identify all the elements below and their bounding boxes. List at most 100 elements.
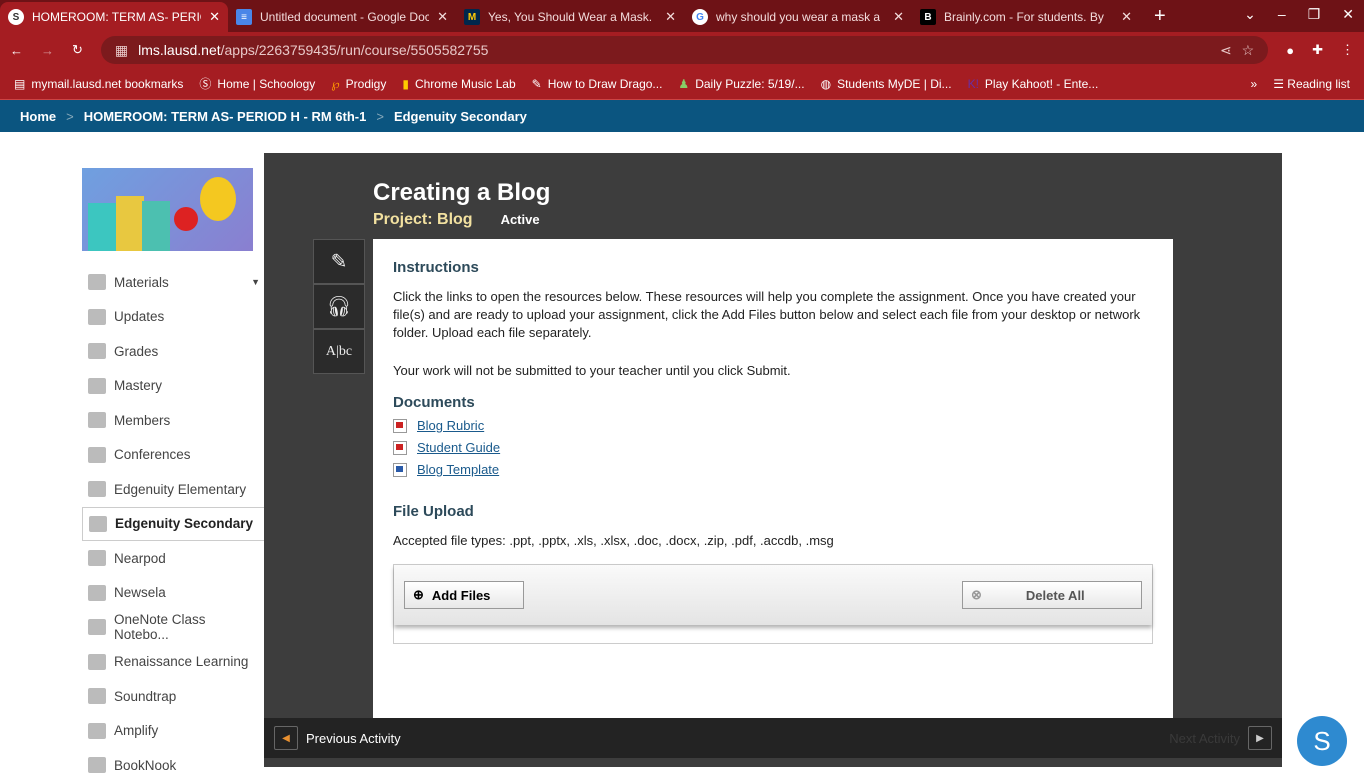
close-tab-icon[interactable]: ✕	[665, 9, 676, 25]
sidebar-item-icon	[88, 343, 106, 360]
sidebar-item-icon	[88, 412, 106, 429]
bookmark[interactable]: ▤ mymail.lausd.net bookmarks	[14, 77, 183, 91]
tab-strip: S HOMEROOM: TERM AS- PERIOD H ✕ ≡ Untitled …	[0, 0, 1364, 32]
sidebar-item[interactable]: Conferences	[82, 438, 264, 473]
sidebar-item-label: Materials	[114, 274, 169, 290]
sidebar-item[interactable]: Materials ▼	[82, 265, 264, 300]
close-window-icon[interactable]: ✕	[1342, 6, 1354, 23]
dictionary-icon[interactable]: A|bc	[313, 329, 365, 374]
breadcrumb-course[interactable]: HOMEROOM: TERM AS- PERIOD H - RM 6th-1	[84, 109, 367, 124]
add-files-button[interactable]: ⊕ Add Files	[404, 581, 524, 609]
upload-area[interactable]: ⊕ Add Files ⊗ Delete All	[393, 564, 1153, 644]
reading-list[interactable]: ☰ Reading list	[1273, 77, 1350, 91]
word-doc-icon	[393, 462, 407, 477]
sidebar-item[interactable]: Members	[82, 403, 264, 438]
activity-player: Creating a Blog Project: Blog Active ✎ 🎧︎…	[264, 153, 1282, 767]
sidebar-item[interactable]: OneNote Class Notebo...	[82, 610, 264, 645]
sidebar-item[interactable]: Newsela	[82, 576, 264, 611]
document-link[interactable]: Blog Rubric	[417, 418, 484, 433]
bookmarks-bar: ▤ mymail.lausd.net bookmarks Ⓢ Home | Scho…	[0, 68, 1364, 100]
site-info-icon[interactable]: ▦	[115, 42, 128, 59]
document-link[interactable]: Student Guide	[417, 440, 500, 455]
sidebar-item[interactable]: Renaissance Learning	[82, 645, 264, 680]
schoology-help-button[interactable]: S	[1297, 716, 1347, 766]
browser-tab[interactable]: Gwhy should you wear a mask a ✕	[684, 2, 912, 32]
breadcrumb-home[interactable]: Home	[20, 109, 56, 124]
x-circle-icon: ⊗	[971, 587, 982, 602]
new-tab-icon[interactable]: +	[1154, 5, 1166, 28]
close-tab-icon[interactable]: ✕	[209, 9, 220, 25]
sidebar-item[interactable]: Soundtrap	[82, 679, 264, 714]
close-tab-icon[interactable]: ✕	[1121, 9, 1132, 25]
sidebar-item[interactable]: Edgenuity Elementary	[82, 472, 264, 507]
close-tab-icon[interactable]: ✕	[893, 9, 904, 25]
delete-all-label: Delete All	[1025, 587, 1085, 603]
share-icon[interactable]: ⋖	[1220, 42, 1232, 59]
star-icon[interactable]: ☆	[1242, 42, 1255, 59]
documents-heading: Documents	[393, 394, 475, 411]
bookmark[interactable]: ♟ Daily Puzzle: 5/19/...	[678, 77, 804, 91]
dropdown-caret-icon[interactable]: ▼	[251, 277, 260, 287]
sidebar-item-icon	[88, 446, 106, 463]
bookmark[interactable]: K! Play Kahoot! - Ente...	[968, 77, 1099, 91]
delete-all-button[interactable]: ⊗ Delete All	[962, 581, 1142, 609]
browser-tab[interactable]: ≡ Untitled document - Google Docs ✕	[228, 2, 456, 32]
bookmark[interactable]: ℘ Prodigy	[331, 77, 386, 91]
next-activity-button[interactable]: Next Activity ▶	[1169, 726, 1272, 750]
sidebar-item[interactable]: Amplify	[82, 714, 264, 749]
music-lab-icon: ▮	[402, 76, 409, 91]
sidebar-item-icon	[88, 550, 106, 567]
tab-title: Untitled document - Google Docs	[260, 10, 430, 24]
sidebar-item-icon	[88, 584, 106, 601]
back-icon[interactable]: ←	[10, 43, 23, 58]
browser-tab[interactable]: M Yes, You Should Wear a Mask. ✕	[456, 2, 684, 32]
bookmark-label: Students MyDE | Di...	[837, 76, 952, 91]
browser-tab[interactable]: B Brainly.com - For students. By ✕	[912, 2, 1140, 32]
puzzle-icon[interactable]: ✚	[1312, 42, 1323, 58]
reading-list-label: Reading list	[1287, 76, 1350, 91]
sidebar-item-icon	[88, 274, 106, 291]
menu-icon[interactable]: ⋮	[1341, 42, 1354, 58]
forward-icon[interactable]: →	[41, 43, 54, 58]
accepted-file-types: Accepted file types: .ppt, .pptx, .xls, …	[393, 533, 834, 548]
previous-activity-label: Previous Activity	[306, 730, 401, 746]
address-bar[interactable]: ▦ lms.lausd.net/apps/2263759435/run/cours…	[100, 36, 1269, 64]
headphones-icon[interactable]: 🎧︎	[313, 284, 365, 329]
bookmark[interactable]: ✎ How to Draw Drago...	[532, 77, 663, 91]
browser-tab[interactable]: S HOMEROOM: TERM AS- PERIOD H ✕	[0, 2, 228, 32]
minimize-icon[interactable]: –	[1278, 6, 1286, 23]
sidebar-item-icon	[88, 722, 106, 739]
sidebar-item[interactable]: Grades	[82, 334, 264, 369]
reload-icon[interactable]: ↻	[72, 42, 83, 58]
activity-footer: ◀ Previous Activity Next Activity ▶	[264, 718, 1282, 758]
separator: >	[376, 108, 384, 124]
tab-search-icon[interactable]: ⌄	[1244, 6, 1256, 23]
sidebar-item[interactable]: Mastery	[82, 369, 264, 404]
more-bookmarks-icon[interactable]: »	[1251, 77, 1258, 91]
tool-palette: ✎ 🎧︎ A|bc	[313, 239, 365, 374]
caret-left-icon: ◀	[274, 726, 298, 750]
sidebar-item[interactable]: Edgenuity Secondary	[82, 506, 264, 541]
pencil-icon[interactable]: ✎	[313, 239, 365, 284]
sidebar-item[interactable]: Updates	[82, 300, 264, 335]
extension-icon[interactable]: ●	[1286, 43, 1294, 58]
project-name: Project: Blog	[373, 211, 473, 228]
bookmark[interactable]: ◍ Students MyDE | Di...	[821, 77, 952, 91]
document-link[interactable]: Blog Template	[417, 462, 499, 477]
sidebar-item[interactable]: BookNook	[82, 748, 264, 783]
bookmark[interactable]: Ⓢ Home | Schoology	[199, 75, 315, 92]
instructions-heading: Instructions	[393, 259, 479, 276]
sidebar-item[interactable]: Nearpod	[82, 541, 264, 576]
bookmark[interactable]: ▮ Chrome Music Lab	[402, 77, 515, 91]
previous-activity-button[interactable]: ◀ Previous Activity	[274, 726, 401, 750]
close-tab-icon[interactable]: ✕	[437, 9, 448, 25]
bookmark-label: Play Kahoot! - Ente...	[984, 76, 1099, 91]
chess-icon: ♟	[678, 76, 690, 91]
restore-icon[interactable]: ❐	[1308, 6, 1321, 23]
sidebar-item-label: OneNote Class Notebo...	[113, 612, 206, 643]
sidebar-item-label: Newsela	[114, 585, 166, 601]
sidebar-item-label: Amplify	[114, 723, 159, 739]
google-icon: G	[692, 9, 708, 25]
tab-title: HOMEROOM: TERM AS- PERIOD H	[32, 10, 201, 24]
instructions-text: Click the links to open the resources be…	[393, 289, 1141, 340]
